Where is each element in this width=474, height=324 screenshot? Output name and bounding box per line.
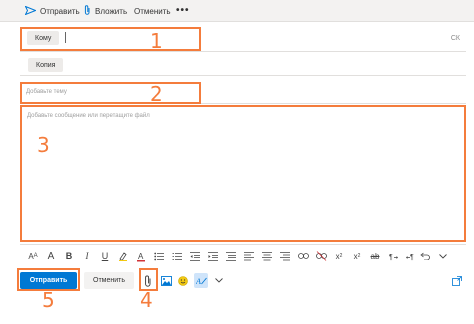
attach-command-label: Вложить	[95, 6, 128, 16]
insert-picture-icon[interactable]	[159, 273, 173, 288]
cc-label: Копия	[36, 61, 56, 69]
font-icon[interactable]: AA	[26, 249, 40, 263]
attach-button[interactable]	[141, 273, 155, 288]
discard-command[interactable]: Отменить	[134, 4, 171, 18]
svg-text:¶: ¶	[410, 254, 414, 261]
bold-icon[interactable]: B	[62, 249, 76, 263]
align-left-icon[interactable]	[242, 249, 256, 263]
send-icon	[24, 5, 37, 17]
callout-number-5: 5	[42, 288, 55, 312]
font-size-icon[interactable]: A	[44, 249, 58, 263]
send-command[interactable]: Отправить	[24, 4, 80, 18]
callout-box-subject	[20, 82, 201, 104]
subscript-icon[interactable]: x2	[350, 249, 364, 263]
underline-icon[interactable]: U	[98, 249, 112, 263]
svg-text:¶: ¶	[389, 254, 393, 261]
formatting-toggle-icon[interactable]: A	[194, 273, 208, 288]
formatting-toolbar: AA A B I U A x2 x2 ab ¶ ¶	[20, 244, 466, 266]
callout-box-to	[20, 27, 201, 51]
svg-text:A: A	[196, 277, 201, 286]
decrease-indent-icon[interactable]	[188, 249, 202, 263]
svg-text:A: A	[138, 252, 144, 261]
ltr-icon[interactable]: ¶	[386, 249, 400, 263]
send-command-label: Отправить	[40, 6, 80, 16]
callout-box-body	[20, 105, 466, 242]
cc-button[interactable]: Копия	[28, 58, 64, 72]
more-options-button[interactable]: •••	[176, 3, 190, 17]
paperclip-icon	[84, 5, 91, 17]
chevron-down-icon[interactable]	[436, 249, 450, 263]
quote-icon[interactable]	[224, 249, 238, 263]
increase-indent-icon[interactable]	[206, 249, 220, 263]
bcc-button[interactable]: СК	[451, 35, 460, 42]
bullets-icon[interactable]	[152, 249, 166, 263]
send-button[interactable]: Отправить	[20, 272, 77, 289]
italic-icon[interactable]: I	[80, 249, 94, 263]
cc-row: Копия	[20, 56, 466, 76]
discard-button-label: Отменить	[93, 277, 125, 284]
send-button-label: Отправить	[29, 277, 68, 284]
numbering-icon[interactable]	[170, 249, 184, 263]
font-color-icon[interactable]: A	[134, 249, 148, 263]
callout-number-2: 2	[150, 82, 163, 106]
more-icon: •••	[176, 4, 190, 16]
callout-number-4: 4	[140, 288, 153, 312]
callout-number-3: 3	[37, 133, 50, 157]
discard-button[interactable]: Отменить	[84, 272, 134, 289]
command-bar: Отправить Вложить Отменить •••	[0, 0, 474, 22]
highlight-icon[interactable]	[116, 249, 130, 263]
emoji-icon[interactable]	[176, 273, 190, 288]
align-center-icon[interactable]	[260, 249, 274, 263]
superscript-icon[interactable]: x2	[332, 249, 346, 263]
strikethrough-icon[interactable]: ab	[368, 249, 382, 263]
remove-link-icon[interactable]	[314, 249, 328, 263]
rtl-icon[interactable]: ¶	[404, 249, 418, 263]
align-right-icon[interactable]	[278, 249, 292, 263]
callout-number-1: 1	[150, 29, 163, 53]
insert-link-icon[interactable]	[296, 249, 310, 263]
pop-out-icon[interactable]	[450, 273, 464, 288]
more-actions-chevron-icon[interactable]	[212, 273, 226, 288]
attach-command[interactable]: Вложить	[84, 4, 127, 18]
discard-command-label: Отменить	[134, 6, 171, 16]
undo-icon[interactable]	[418, 249, 432, 263]
